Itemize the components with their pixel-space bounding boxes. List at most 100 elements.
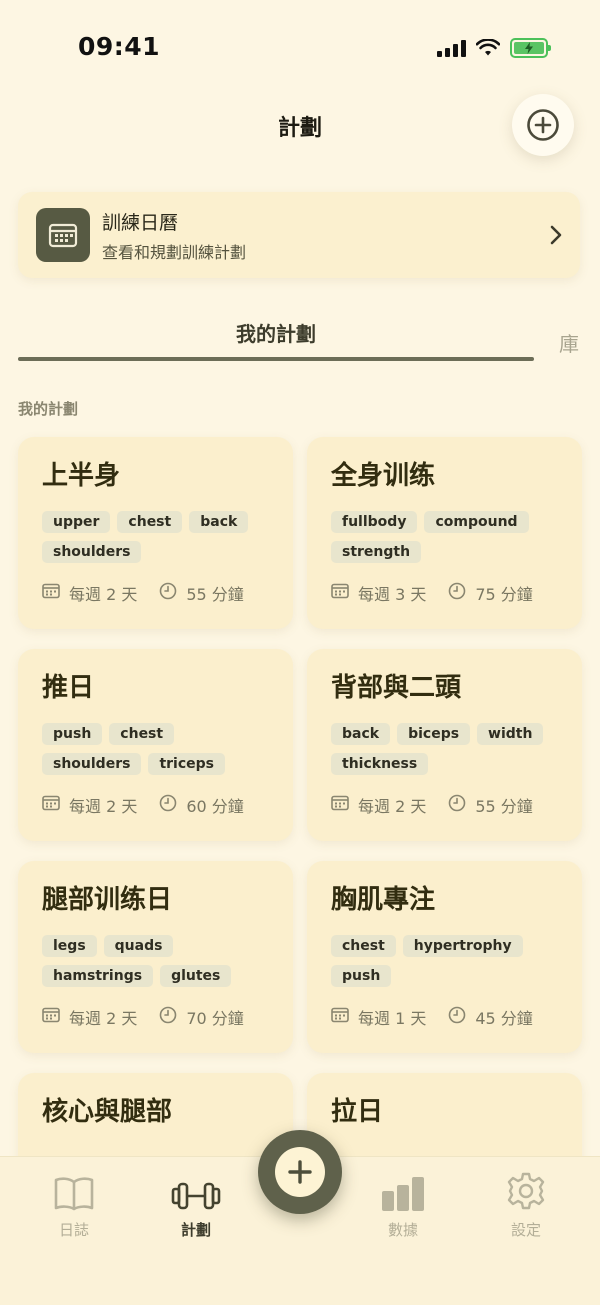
plus-icon: [288, 1160, 312, 1184]
plan-duration: 75 分鐘: [475, 585, 533, 604]
section-label: 我的計劃: [18, 400, 79, 418]
wifi-icon: [476, 39, 500, 56]
plan-tag: triceps: [148, 753, 225, 775]
calendar-icon: [331, 1007, 349, 1027]
tab-underline: [18, 357, 534, 361]
plan-duration: 55 分鐘: [475, 797, 533, 816]
training-calendar-card[interactable]: 訓練日曆 查看和規劃訓練計劃: [18, 192, 580, 278]
plan-tag: quads: [103, 935, 174, 957]
plan-duration: 60 分鐘: [186, 797, 244, 816]
plan-tag: legs: [42, 935, 97, 957]
plan-tag: hamstrings: [42, 965, 154, 987]
calendar-card-title: 訓練日曆: [102, 211, 179, 234]
tabbar-label-data: 數據: [387, 1221, 418, 1239]
plan-tag: fullbody: [331, 511, 418, 533]
plus-circle-icon: [527, 109, 559, 141]
battery-icon: [510, 38, 551, 58]
tabbar-item-settings[interactable]: 設定: [481, 1169, 571, 1240]
calendar-icon: [42, 795, 60, 815]
clock-icon: [448, 582, 466, 604]
plan-title: 推日: [42, 673, 95, 703]
chevron-right-icon: [550, 225, 562, 245]
tabbar-item-plans[interactable]: 計劃: [151, 1169, 241, 1240]
status-icons: [437, 36, 551, 60]
plan-card[interactable]: 背部與二頭 back biceps width thickness 每週 2 天 55 分鐘: [307, 649, 582, 841]
tabbar-item-data[interactable]: 數據: [358, 1169, 448, 1240]
plan-tag: back: [189, 511, 249, 533]
plan-card[interactable]: 全身训练 fullbody compound strength 每週 3 天 75 分鐘: [307, 437, 582, 629]
plan-tag: back: [331, 723, 391, 745]
plan-frequency: 每週 2 天: [69, 1009, 138, 1028]
signal-icon: [437, 39, 466, 57]
plan-tags: chest hypertrophy push: [331, 935, 558, 991]
plan-frequency: 每週 2 天: [69, 797, 138, 816]
tab-library[interactable]: 庫: [559, 328, 579, 357]
status-bar: 09:41: [0, 0, 600, 96]
plan-tag: hypertrophy: [402, 935, 523, 957]
dumbbell-icon: [171, 1182, 221, 1210]
plan-title: 胸肌專注: [331, 885, 436, 915]
plan-meta: 每週 2 天 55 分鐘: [42, 581, 269, 605]
clock-icon: [159, 794, 177, 816]
plan-tags: legs quads hamstrings glutes: [42, 935, 269, 991]
segment-tabs: 我的計劃 庫: [18, 310, 600, 362]
book-icon: [54, 1177, 94, 1211]
plan-title: 上半身: [42, 461, 121, 491]
add-workout-fab[interactable]: [258, 1130, 342, 1214]
plan-frequency: 每週 1 天: [358, 1009, 427, 1028]
plan-title: 全身训练: [331, 461, 436, 491]
plan-title: 腿部训练日: [42, 885, 173, 915]
tabbar-label-settings: 設定: [510, 1221, 541, 1239]
plan-tag: strength: [331, 541, 422, 563]
tabbar-label-plans: 計劃: [180, 1221, 211, 1239]
plan-meta: 每週 1 天 45 分鐘: [331, 1005, 558, 1029]
plan-duration: 70 分鐘: [186, 1009, 244, 1028]
plan-tag: shoulders: [42, 541, 142, 563]
plan-tag: push: [331, 965, 392, 987]
calendar-icon: [36, 208, 90, 262]
plan-meta: 每週 2 天 55 分鐘: [331, 793, 558, 817]
plan-tag: push: [42, 723, 103, 745]
plan-tags: upper chest back shoulders: [42, 511, 269, 567]
plan-card[interactable]: 胸肌專注 chest hypertrophy push 每週 1 天 45 分鐘: [307, 861, 582, 1053]
tabbar-label-log: 日誌: [58, 1221, 89, 1239]
add-plan-button[interactable]: [512, 94, 574, 156]
plan-card[interactable]: 上半身 upper chest back shoulders 每週 2 天 55 分鐘: [18, 437, 293, 629]
plan-tag: chest: [109, 723, 175, 745]
calendar-icon: [331, 583, 349, 603]
plan-tag: compound: [424, 511, 529, 533]
plan-tag: upper: [42, 511, 111, 533]
tabbar-item-log[interactable]: 日誌: [29, 1169, 119, 1240]
clock-icon: [159, 1006, 177, 1028]
plan-duration: 55 分鐘: [186, 585, 244, 604]
plan-frequency: 每週 2 天: [69, 585, 138, 604]
plan-card[interactable]: 腿部训练日 legs quads hamstrings glutes 每週 2 天 70 分…: [18, 861, 293, 1053]
bar-chart-icon: [382, 1177, 424, 1211]
plan-title: 拉日: [331, 1097, 384, 1127]
plan-meta: 每週 2 天 70 分鐘: [42, 1005, 269, 1029]
calendar-icon: [42, 583, 60, 603]
plan-tags: push chest shoulders triceps: [42, 723, 269, 779]
clock-icon: [448, 794, 466, 816]
clock-icon: [159, 582, 177, 604]
plan-tags: back biceps width thickness: [331, 723, 558, 779]
plan-card[interactable]: 推日 push chest shoulders triceps 每週 2 天 60 分鐘: [18, 649, 293, 841]
calendar-icon: [42, 1007, 60, 1027]
plan-tag: chest: [331, 935, 396, 957]
plan-tags: fullbody compound strength: [331, 511, 558, 567]
plan-meta: 每週 2 天 60 分鐘: [42, 793, 269, 817]
calendar-card-subtitle: 查看和規劃訓練計劃: [102, 242, 247, 262]
plan-title: 核心與腿部: [42, 1097, 173, 1127]
plan-tag: chest: [117, 511, 183, 533]
plan-tag: biceps: [397, 723, 471, 745]
plan-tag: glutes: [160, 965, 232, 987]
plan-tag: shoulders: [42, 753, 142, 775]
plan-frequency: 每週 3 天: [358, 585, 427, 604]
status-time: 09:41: [78, 32, 161, 61]
calendar-icon: [331, 795, 349, 815]
clock-icon: [448, 1006, 466, 1028]
page-title: 計劃: [277, 116, 322, 141]
tab-my-plans[interactable]: 我的計劃: [18, 310, 534, 362]
plan-tag: thickness: [331, 753, 429, 775]
plan-tag: width: [477, 723, 544, 745]
